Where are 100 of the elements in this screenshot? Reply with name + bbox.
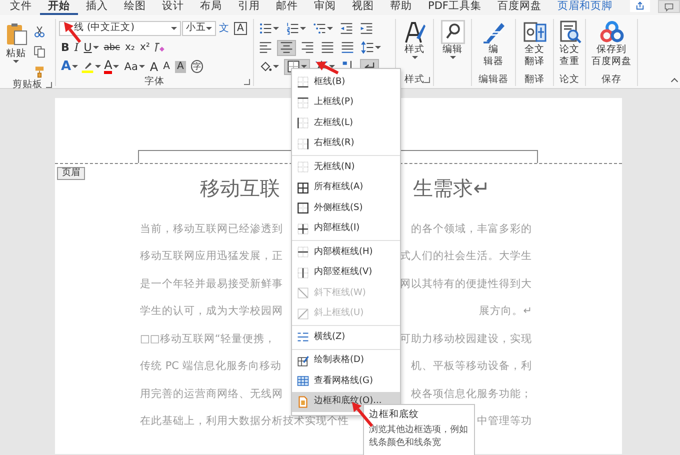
menu-item[interactable]: 内部横框线(H)	[292, 242, 400, 262]
horizontal-line-icon	[297, 331, 309, 344]
comment-button[interactable]	[658, 0, 680, 13]
document-icon	[297, 396, 309, 408]
group-label: 剪贴板	[12, 79, 42, 91]
numbered-list-icon	[286, 22, 299, 35]
menu-item[interactable]: 框线(B)	[292, 72, 400, 92]
body-text: 可助力移动校园建设，实现	[400, 332, 532, 347]
align-left-button[interactable]	[257, 40, 274, 56]
group-label: 保存	[602, 74, 622, 86]
menu-item[interactable]: 右框线(R)	[292, 134, 400, 154]
draw-table-icon	[297, 354, 309, 367]
border-icon	[297, 182, 309, 194]
ribbon-tab[interactable]: PDF工具集	[420, 0, 490, 15]
paper-check-button[interactable]: 论文 查重	[556, 19, 582, 74]
align-right-button[interactable]	[299, 40, 316, 56]
ribbon-tab[interactable]: 帮助	[382, 0, 420, 15]
menu-item[interactable]: 横线(Z)	[292, 327, 400, 348]
font-color-button[interactable]: A	[102, 58, 122, 74]
justify-button[interactable]	[319, 40, 336, 56]
title-text: 生需求↵	[413, 175, 490, 202]
superscript-button[interactable]: x²	[138, 40, 152, 56]
numbering-button[interactable]	[284, 20, 308, 36]
translate-button[interactable]: 全文 翻译	[522, 19, 548, 74]
ribbon-tab[interactable]: 引用	[230, 0, 268, 15]
menu-item[interactable]: 查看网格线(G)	[292, 371, 400, 392]
strikethrough-button[interactable]: abc	[102, 40, 122, 56]
body-text: 在此基础上，利用大数据分析技术实现个性	[140, 414, 349, 430]
multilevel-list-button[interactable]	[311, 20, 335, 36]
cut-icon	[33, 24, 46, 38]
highlighter-icon[interactable]	[82, 62, 94, 73]
group-label: 字体	[144, 76, 164, 88]
menu-item[interactable]: 绘制表格(D)	[292, 350, 400, 371]
menu-item[interactable]: 内部竖框线(V)	[292, 262, 400, 283]
pen-icon	[482, 20, 506, 44]
increase-indent-button[interactable]	[358, 20, 375, 36]
center-button[interactable]	[277, 40, 296, 56]
body-text: 校各项信息化服务功能；	[411, 386, 532, 402]
copy-icon	[33, 44, 46, 58]
body-text: 当前，移动互联网已经渗透到	[140, 222, 283, 237]
character-border-button[interactable]: A	[232, 20, 249, 36]
bold-button[interactable]: B	[59, 40, 72, 56]
ribbon-tab[interactable]: 设计	[154, 0, 192, 15]
ribbon-tab[interactable]: 视图	[344, 0, 382, 15]
text-effect-button[interactable]: A	[59, 58, 80, 74]
ribbon-tab[interactable]: 页眉和页脚	[549, 0, 620, 15]
change-case-button[interactable]: Aa	[122, 58, 147, 74]
subscript-button[interactable]: x₂	[123, 40, 137, 56]
align-left-icon	[259, 41, 272, 54]
menu-item[interactable]: 内部框线(I)	[292, 218, 400, 239]
italic-button[interactable]: I	[72, 40, 81, 56]
group-label: 编辑器	[478, 74, 508, 86]
menu-item[interactable]: 左框线(L)	[292, 113, 400, 134]
character-shading-button[interactable]: A	[172, 58, 188, 74]
dialog-launcher-icon[interactable]	[244, 79, 250, 85]
ribbon-tab[interactable]: 插入	[78, 0, 116, 15]
gridlines-icon	[297, 375, 309, 388]
eraser-icon[interactable]	[154, 42, 164, 52]
body-text: 式人们的社会生活。大学生	[400, 249, 532, 264]
group-label: 论文	[560, 74, 580, 86]
editor-button[interactable]: 编 辑器	[480, 19, 506, 74]
styles-button[interactable]: 样式	[402, 19, 428, 74]
distributed-button[interactable]	[339, 40, 356, 56]
shrink-font-button[interactable]: A	[161, 58, 172, 74]
title-text: 移动互联	[200, 175, 280, 202]
ribbon-tab[interactable]: 邮件	[268, 0, 306, 15]
ribbon-tab[interactable]: 布局	[192, 0, 230, 15]
line-spacing-button[interactable]	[359, 40, 383, 56]
body-text: 的各个领域，丰富多彩的	[411, 222, 532, 237]
enclose-character-button[interactable]: 字	[188, 58, 205, 74]
ribbon-tab[interactable]: 审阅	[306, 0, 344, 15]
document-search-icon	[558, 20, 582, 44]
grow-font-button[interactable]: A	[148, 58, 160, 74]
dialog-launcher-icon[interactable]	[424, 77, 430, 83]
border-icon	[297, 222, 309, 235]
phonetic-guide-button[interactable]: 文	[217, 20, 231, 36]
bullets-button[interactable]	[257, 20, 281, 36]
menu-item[interactable]: 上框线(P)	[292, 92, 400, 113]
find-button[interactable]: 编辑	[440, 19, 466, 74]
ribbon-tab[interactable]: 绘图	[116, 0, 154, 15]
underline-button[interactable]: U	[82, 40, 101, 56]
paste-button[interactable]: 粘贴	[3, 19, 29, 79]
ribbon-tab[interactable]: 百度网盘	[489, 0, 550, 15]
group-label: 样式	[404, 74, 424, 86]
menu-item[interactable]: 无框线(N)	[292, 157, 400, 178]
tooltip-text: 浏览其他边框选项，例如线条颜色和线条宽	[369, 424, 469, 450]
copy-button[interactable]	[31, 43, 48, 59]
dialog-launcher-icon[interactable]	[46, 82, 52, 88]
font-name-field[interactable]: 线 (中文正文)	[59, 21, 181, 36]
align-right-icon	[301, 41, 314, 54]
paint-bucket-icon	[259, 60, 272, 73]
menu-item[interactable]: 所有框线(A)	[292, 178, 400, 198]
save-to-cloud-button[interactable]: 保存到 百度网盘	[590, 19, 632, 74]
font-size-field[interactable]: 小五	[182, 21, 216, 36]
body-text: 移动互联网应用迅猛发展，正	[140, 249, 283, 264]
menu-item[interactable]: 外侧框线(S)	[292, 198, 400, 218]
indent-icon	[360, 22, 373, 35]
decrease-indent-button[interactable]	[338, 20, 355, 36]
share-button[interactable]	[630, 0, 650, 12]
ribbon-tab[interactable]: 文件	[2, 0, 40, 15]
